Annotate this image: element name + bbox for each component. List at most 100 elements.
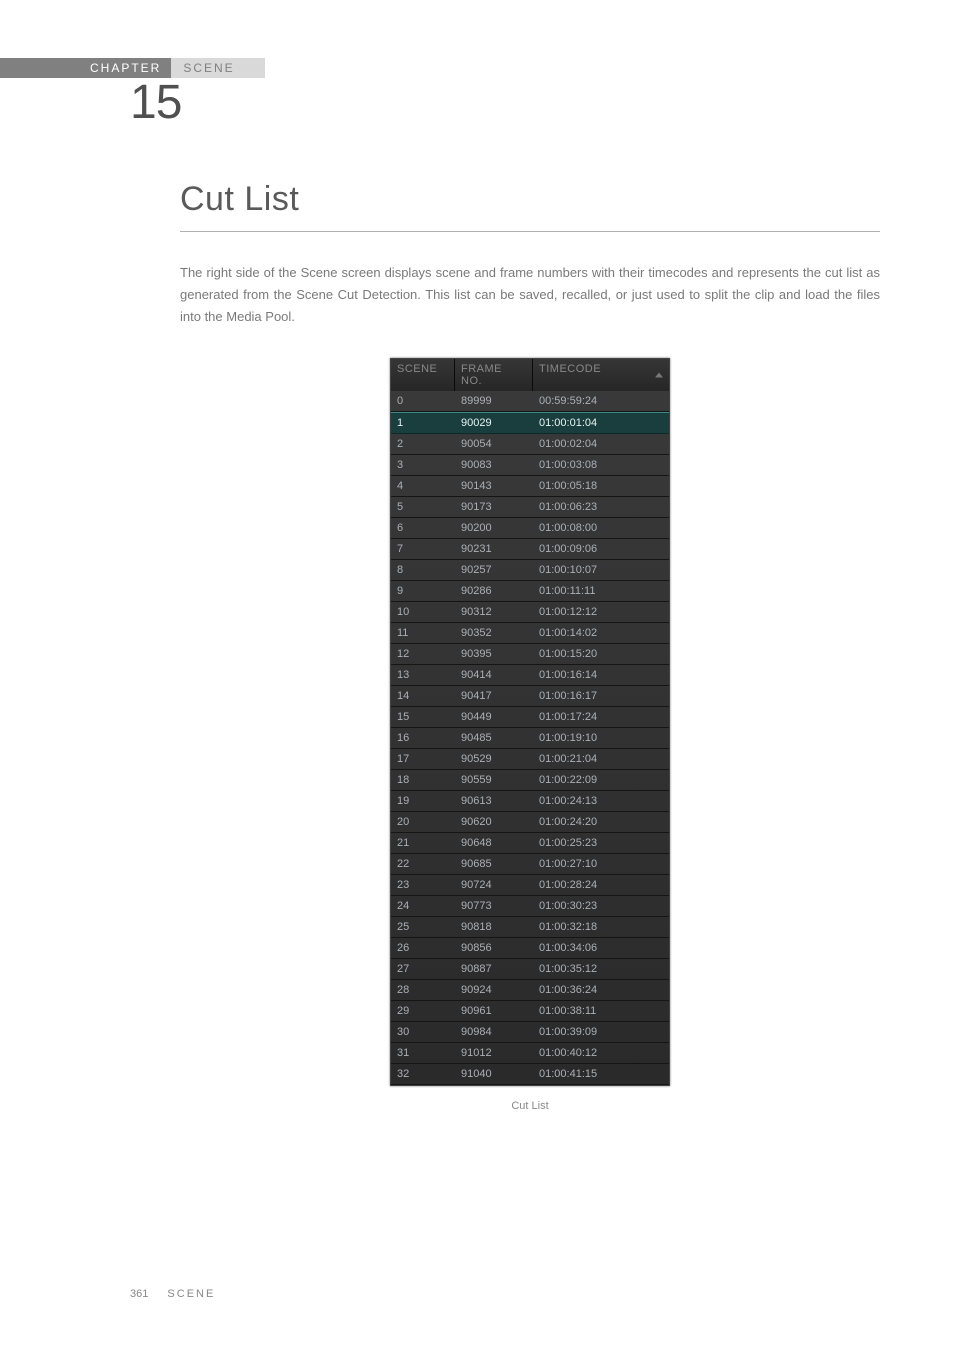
table-row[interactable]: 99028601:00:11:11: [391, 581, 669, 602]
table-row[interactable]: 19002901:00:01:04: [391, 412, 669, 434]
cell-scene: 27: [391, 959, 455, 979]
table-row[interactable]: 259081801:00:32:18: [391, 917, 669, 938]
cell-timecode: 01:00:03:08: [533, 455, 669, 475]
cell-scene: 26: [391, 938, 455, 958]
cell-timecode: 01:00:06:23: [533, 497, 669, 517]
cell-timecode: 01:00:25:23: [533, 833, 669, 853]
table-row[interactable]: 49014301:00:05:18: [391, 476, 669, 497]
table-row[interactable]: 209062001:00:24:20: [391, 812, 669, 833]
table-row[interactable]: 239072401:00:28:24: [391, 875, 669, 896]
cell-scene: 32: [391, 1064, 455, 1084]
cell-scene: 17: [391, 749, 455, 769]
figure-caption: Cut List: [180, 1100, 880, 1112]
cell-scene: 25: [391, 917, 455, 937]
cell-scene: 7: [391, 539, 455, 559]
page-content: Cut List The right side of the Scene scr…: [180, 180, 880, 1112]
table-row[interactable]: 69020001:00:08:00: [391, 518, 669, 539]
cell-scene: 12: [391, 644, 455, 664]
table-row[interactable]: 89025701:00:10:07: [391, 560, 669, 581]
cell-frame: 90724: [455, 875, 533, 895]
cell-timecode: 01:00:12:12: [533, 602, 669, 622]
table-row[interactable]: 199061301:00:24:13: [391, 791, 669, 812]
cell-timecode: 01:00:39:09: [533, 1022, 669, 1042]
cell-frame: 90173: [455, 497, 533, 517]
cell-frame: 90818: [455, 917, 533, 937]
table-row[interactable]: 39008301:00:03:08: [391, 455, 669, 476]
cell-scene: 11: [391, 623, 455, 643]
cell-scene: 9: [391, 581, 455, 601]
cell-frame: 90685: [455, 854, 533, 874]
cell-frame: 90054: [455, 434, 533, 454]
column-header-timecode[interactable]: TIMECODE: [533, 359, 669, 391]
cell-scene: 24: [391, 896, 455, 916]
table-row[interactable]: 179052901:00:21:04: [391, 749, 669, 770]
table-row[interactable]: 329104001:00:41:15: [391, 1064, 669, 1085]
cell-frame: 90485: [455, 728, 533, 748]
table-row[interactable]: 59017301:00:06:23: [391, 497, 669, 518]
table-row[interactable]: 319101201:00:40:12: [391, 1043, 669, 1064]
cell-timecode: 01:00:17:24: [533, 707, 669, 727]
page-footer: 361 SCENE: [130, 1288, 215, 1300]
cell-scene: 5: [391, 497, 455, 517]
table-row[interactable]: 309098401:00:39:09: [391, 1022, 669, 1043]
cell-timecode: 01:00:16:17: [533, 686, 669, 706]
cell-scene: 0: [391, 391, 455, 411]
cell-frame: 90083: [455, 455, 533, 475]
table-row[interactable]: 169048501:00:19:10: [391, 728, 669, 749]
cell-scene: 16: [391, 728, 455, 748]
cell-frame: 90648: [455, 833, 533, 853]
table-row[interactable]: 139041401:00:16:14: [391, 665, 669, 686]
sort-asc-icon: [655, 373, 663, 378]
cell-scene: 13: [391, 665, 455, 685]
section-heading: Cut List: [180, 180, 880, 232]
cell-scene: 20: [391, 812, 455, 832]
table-row[interactable]: 129039501:00:15:20: [391, 644, 669, 665]
cell-timecode: 00:59:59:24: [533, 391, 669, 411]
column-header-scene[interactable]: SCENE: [391, 359, 455, 391]
table-row[interactable]: 29005401:00:02:04: [391, 434, 669, 455]
cell-timecode: 01:00:27:10: [533, 854, 669, 874]
cell-frame: 90312: [455, 602, 533, 622]
cell-timecode: 01:00:40:12: [533, 1043, 669, 1063]
table-row[interactable]: 219064801:00:25:23: [391, 833, 669, 854]
cell-timecode: 01:00:01:04: [533, 413, 669, 433]
cell-scene: 30: [391, 1022, 455, 1042]
column-header-timecode-label: TIMECODE: [539, 363, 601, 375]
cell-timecode: 01:00:22:09: [533, 770, 669, 790]
table-row[interactable]: 229068501:00:27:10: [391, 854, 669, 875]
table-row[interactable]: 289092401:00:36:24: [391, 980, 669, 1001]
cell-scene: 28: [391, 980, 455, 1000]
table-row[interactable]: 159044901:00:17:24: [391, 707, 669, 728]
cell-frame: 90887: [455, 959, 533, 979]
cell-timecode: 01:00:28:24: [533, 875, 669, 895]
table-row[interactable]: 269085601:00:34:06: [391, 938, 669, 959]
intro-paragraph: The right side of the Scene screen displ…: [180, 262, 880, 328]
table-row[interactable]: 299096101:00:38:11: [391, 1001, 669, 1022]
cell-frame: 90449: [455, 707, 533, 727]
cell-frame: 91040: [455, 1064, 533, 1084]
cell-scene: 22: [391, 854, 455, 874]
cut-list-panel: SCENE FRAME NO. TIMECODE 08999900:59:59:…: [390, 358, 670, 1086]
table-row[interactable]: 79023101:00:09:06: [391, 539, 669, 560]
table-row[interactable]: 189055901:00:22:09: [391, 770, 669, 791]
cell-scene: 10: [391, 602, 455, 622]
table-row[interactable]: 249077301:00:30:23: [391, 896, 669, 917]
cell-frame: 90559: [455, 770, 533, 790]
cell-frame: 90352: [455, 623, 533, 643]
cell-timecode: 01:00:32:18: [533, 917, 669, 937]
table-row[interactable]: 08999900:59:59:24: [391, 391, 669, 412]
table-row[interactable]: 279088701:00:35:12: [391, 959, 669, 980]
column-header-frame[interactable]: FRAME NO.: [455, 359, 533, 391]
cell-scene: 15: [391, 707, 455, 727]
cell-frame: 90613: [455, 791, 533, 811]
cell-frame: 90286: [455, 581, 533, 601]
cell-timecode: 01:00:16:14: [533, 665, 669, 685]
cell-scene: 8: [391, 560, 455, 580]
table-row[interactable]: 149041701:00:16:17: [391, 686, 669, 707]
cell-frame: 90924: [455, 980, 533, 1000]
table-row[interactable]: 109031201:00:12:12: [391, 602, 669, 623]
cell-timecode: 01:00:11:11: [533, 581, 669, 601]
table-row[interactable]: 119035201:00:14:02: [391, 623, 669, 644]
cell-timecode: 01:00:05:18: [533, 476, 669, 496]
cell-scene: 1: [391, 413, 455, 433]
